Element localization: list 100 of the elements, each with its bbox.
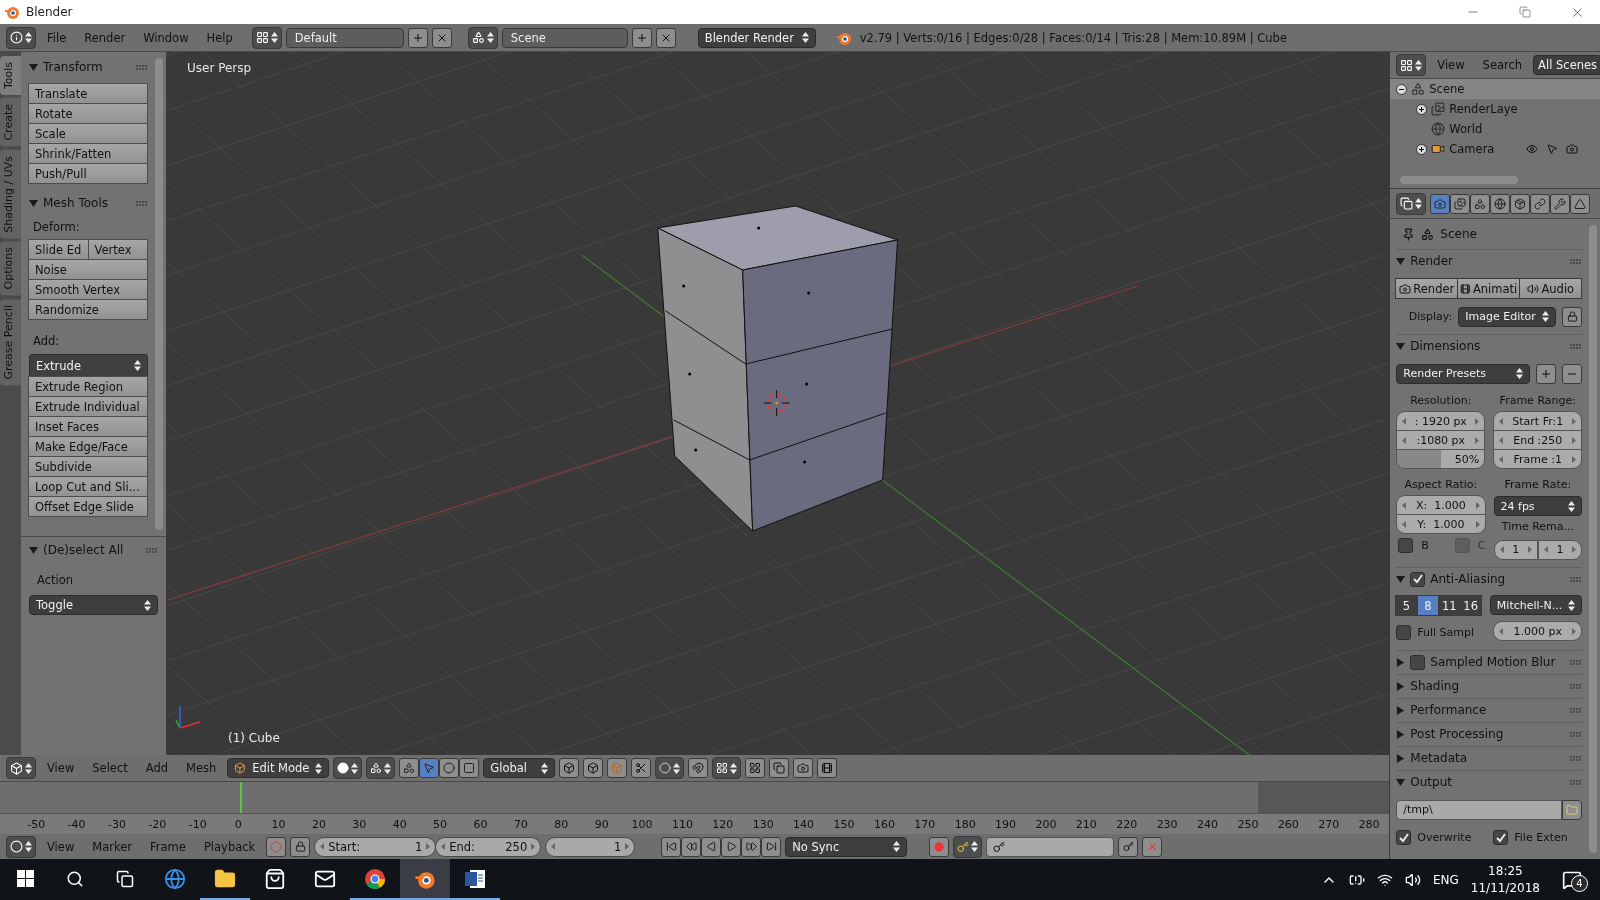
tool-button[interactable]: Smooth Vertex	[28, 279, 148, 300]
tool-button[interactable]: Push/Pull	[28, 163, 148, 184]
path-field[interactable]: /tmp\	[1396, 799, 1563, 820]
number-field[interactable]: X: 1.000	[1396, 495, 1486, 515]
sample-button[interactable]: 16	[1459, 595, 1482, 616]
render-button[interactable]: Audio	[1519, 278, 1583, 299]
orientation-dropdown[interactable]: Global	[483, 758, 556, 778]
menu-item[interactable]: File	[40, 30, 74, 45]
panel-title[interactable]: (De)select All	[43, 543, 141, 557]
number-field[interactable]: Start Fr:1	[1493, 411, 1583, 431]
frame-tick-label: 180	[953, 817, 977, 831]
number-field[interactable]: 1	[1537, 539, 1583, 560]
tool-button[interactable]: Subdivide	[28, 456, 148, 477]
filter-dropdown[interactable]: Mitchell-N...	[1489, 595, 1583, 615]
panel-title[interactable]: Output	[1410, 775, 1566, 789]
current-frame-field[interactable]: 1	[545, 836, 636, 857]
number-field[interactable]: 1.000 px	[1493, 621, 1583, 641]
notification-count: 4	[1571, 874, 1588, 892]
tool-tab[interactable]: Tools	[0, 56, 21, 96]
tool-button[interactable]: Inset Faces	[28, 416, 148, 437]
tree-item-label: World	[1449, 122, 1483, 136]
3d-viewport[interactable]: User Persp (1) Cube	[166, 52, 1390, 755]
field-label: Resolution:	[1409, 393, 1473, 409]
panel-title[interactable]: Sampled Motion Blur	[1430, 655, 1566, 669]
number-field[interactable]: 1	[1493, 539, 1538, 560]
end-frame-field[interactable]: End: 250	[435, 836, 542, 857]
menu-item[interactable]: View	[40, 839, 82, 854]
tree-row[interactable]: Scene	[1390, 79, 1600, 99]
layout-field[interactable]: Default	[285, 27, 404, 48]
display-dropdown[interactable]: Image Editor	[1458, 306, 1557, 327]
sync-dropdown[interactable]: No Sync	[785, 836, 908, 857]
menu-item[interactable]: Select	[85, 761, 135, 775]
tree-item-label: RenderLaye	[1449, 102, 1518, 116]
tool-button[interactable]: Loop Cut and Sli...	[28, 476, 148, 497]
frame-tick-label: 110	[670, 817, 694, 831]
tool-button[interactable]: Noise	[28, 259, 148, 280]
tool-button[interactable]: Shrink/Fatten	[28, 143, 148, 164]
number-field[interactable]: End :250	[1493, 430, 1583, 450]
frame-tick-label: 220	[1115, 817, 1139, 831]
tool-button[interactable]: Scale	[28, 123, 148, 144]
frame-rate-dropdown[interactable]: 24 fps	[1493, 496, 1583, 516]
operation-dropdown[interactable]: Extrude	[29, 354, 148, 377]
number-field[interactable]: :1080 px	[1396, 430, 1486, 450]
number-field[interactable]: : 1920 px	[1396, 411, 1486, 431]
presets-dropdown[interactable]: Render Presets	[1396, 363, 1531, 384]
render-engine-dropdown[interactable]: Blender Render	[697, 27, 816, 48]
render-button[interactable]: Animati	[1457, 278, 1521, 299]
tree-row[interactable]: RenderLaye	[1390, 99, 1600, 119]
tool-button[interactable]: Slide Ed	[28, 239, 89, 260]
tool-button[interactable]: Rotate	[28, 103, 148, 124]
language-indicator[interactable]: ENG	[1432, 872, 1459, 887]
sample-button[interactable]: 5	[1395, 595, 1418, 616]
start-frame-field[interactable]: Start: 1	[314, 836, 437, 857]
panel-title[interactable]: Anti-Aliasing	[1430, 572, 1566, 586]
action-dropdown[interactable]: Toggle	[29, 595, 158, 615]
panel-title[interactable]: Shading	[1410, 679, 1566, 693]
frame-tick-label: -20	[147, 817, 168, 831]
menu-item[interactable]: Marker	[85, 839, 140, 854]
number-field[interactable]: Y: 1.000	[1396, 514, 1486, 534]
panel-title[interactable]: Dimensions	[1410, 339, 1566, 353]
menu-item[interactable]: Frame	[143, 839, 193, 854]
panel-title[interactable]: Performance	[1410, 703, 1566, 717]
field-label: Frame Range:	[1498, 393, 1577, 409]
tool-button[interactable]: Extrude Individual	[28, 396, 148, 417]
frame-tick-label: 200	[1034, 817, 1058, 831]
frame-tick-label: 130	[751, 817, 775, 831]
tree-row[interactable]: Camera	[1390, 139, 1600, 159]
panel-title[interactable]: Mesh Tools	[43, 196, 131, 210]
tool-button[interactable]: Translate	[28, 83, 148, 104]
frame-tick-label: 70	[512, 817, 529, 831]
menu-item[interactable]: Window	[136, 30, 196, 45]
percentage-slider[interactable]: 50%	[1396, 449, 1486, 469]
panel-title[interactable]: Transform	[43, 60, 131, 74]
display-mode-dropdown[interactable]: All Scenes	[1533, 55, 1600, 75]
sample-button[interactable]: 11	[1438, 595, 1461, 616]
frame-tick-label: 40	[391, 817, 408, 831]
panel-title[interactable]: Metadata	[1410, 751, 1566, 765]
tool-button[interactable]: Randomize	[28, 299, 148, 320]
tool-button[interactable]: Extrude Region	[28, 376, 148, 397]
menu-item[interactable]: Mesh	[179, 761, 224, 775]
menu-item[interactable]: Search	[1475, 58, 1530, 72]
panel-title[interactable]: Post Processing	[1410, 727, 1566, 741]
tool-button[interactable]: Offset Edge Slide	[28, 496, 148, 517]
panel-title[interactable]: Render	[1410, 254, 1566, 268]
scene-field[interactable]: Scene	[501, 27, 628, 48]
tree-row[interactable]: World	[1390, 119, 1600, 139]
menu-item[interactable]: Add	[138, 761, 176, 775]
frame-tick-label: 230	[1155, 817, 1179, 831]
menu-item[interactable]: Help	[199, 30, 240, 45]
tool-button[interactable]: Make Edge/Face	[28, 436, 148, 457]
menu-item[interactable]: Render	[77, 30, 133, 45]
menu-item[interactable]: View	[1430, 58, 1472, 72]
render-button[interactable]: Render	[1395, 278, 1459, 299]
menu-item[interactable]: View	[40, 761, 82, 775]
mode-dropdown[interactable]: Edit Mode	[227, 758, 330, 778]
clock-date[interactable]: 11/11/2018	[1470, 881, 1540, 895]
number-field[interactable]: Frame :1	[1493, 449, 1583, 469]
menu-item[interactable]: Playback	[196, 839, 263, 854]
frame-tick-label: -30	[107, 817, 127, 831]
clock-time[interactable]: 18:25	[1488, 864, 1523, 878]
